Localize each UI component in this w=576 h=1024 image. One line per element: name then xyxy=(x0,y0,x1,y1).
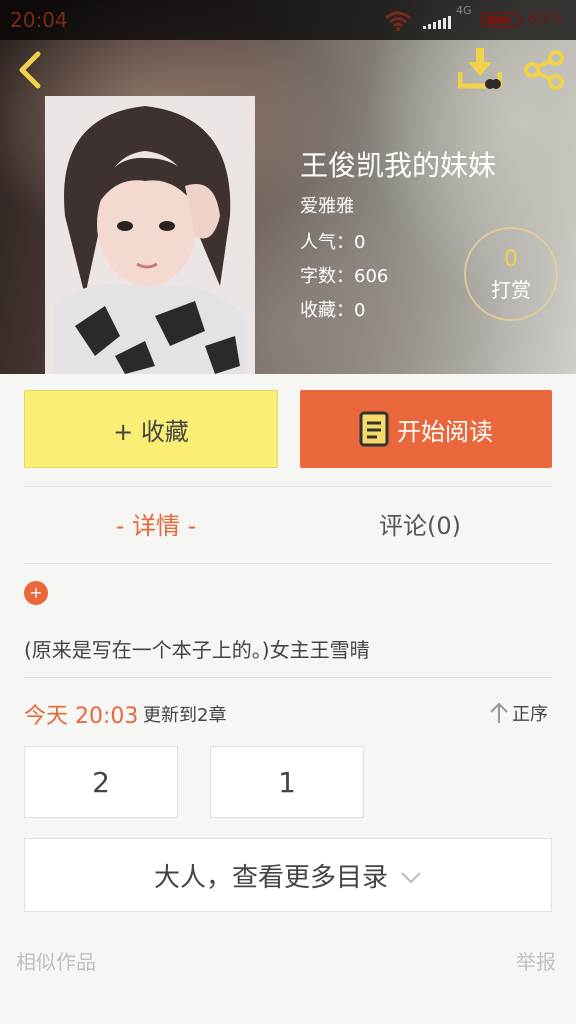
more-chapters-label: 大人，查看更多目录 xyxy=(153,862,388,893)
collect-button[interactable]: + 收藏 xyxy=(24,390,278,468)
start-reading-label: 开始阅读 xyxy=(397,417,493,446)
sort-order-label: 正序 xyxy=(512,704,548,725)
status-time: 20:04 xyxy=(10,8,68,32)
book-title: 王俊凯我的妹妹 xyxy=(300,149,497,182)
tip-count: 0 xyxy=(504,247,518,272)
tip-button[interactable]: 0 打赏 xyxy=(464,227,558,321)
back-icon[interactable] xyxy=(14,50,48,90)
tip-label: 打赏 xyxy=(491,278,531,302)
chapter-item[interactable]: 1 xyxy=(210,746,364,818)
wifi-icon xyxy=(385,11,411,31)
report-link[interactable]: 举报 xyxy=(516,946,556,975)
divider xyxy=(24,486,552,487)
start-reading-button[interactable]: 开始阅读 xyxy=(300,390,552,468)
update-time: 今天 20:03 xyxy=(24,704,139,729)
download-icon[interactable] xyxy=(458,46,502,90)
chapter-item[interactable]: 2 xyxy=(24,746,178,818)
popularity-stat: 人气：0 xyxy=(300,232,366,253)
book-icon xyxy=(359,411,389,447)
status-bar: 20:04 4G 69% xyxy=(0,0,576,40)
expand-description-button[interactable]: + xyxy=(24,581,48,605)
book-cover-image xyxy=(45,96,255,374)
divider xyxy=(24,563,552,564)
battery-level: 69% xyxy=(527,9,563,28)
divider xyxy=(24,677,552,678)
sort-order-toggle[interactable]: 正序 xyxy=(488,700,548,726)
share-icon[interactable] xyxy=(522,50,566,90)
network-type: 4G xyxy=(456,4,472,17)
book-author[interactable]: 爱雅雅 xyxy=(300,192,354,218)
similar-works-heading: 相似作品 xyxy=(16,950,96,974)
tab-comments[interactable]: 评论(0) xyxy=(288,506,552,541)
battery-icon xyxy=(480,12,522,28)
word-count-stat: 字数：606 xyxy=(300,266,389,287)
tab-detail[interactable]: - 详情 - xyxy=(24,506,288,541)
book-header: 20:04 4G 69% 王俊凯我的妹妹 爱雅雅 人气：0 字数：606 收藏：… xyxy=(0,0,576,374)
update-status: 更新到2章 xyxy=(143,705,227,726)
favorites-stat: 收藏：0 xyxy=(300,300,366,321)
signal-icon xyxy=(423,16,451,29)
more-chapters-button[interactable]: 大人，查看更多目录 xyxy=(24,838,552,912)
collect-button-label: + 收藏 xyxy=(113,417,189,446)
arrow-up-icon xyxy=(490,702,508,723)
chevron-down-icon xyxy=(401,872,421,884)
book-description: (原来是写在一个本子上的。)女主王雪晴 xyxy=(24,638,370,662)
